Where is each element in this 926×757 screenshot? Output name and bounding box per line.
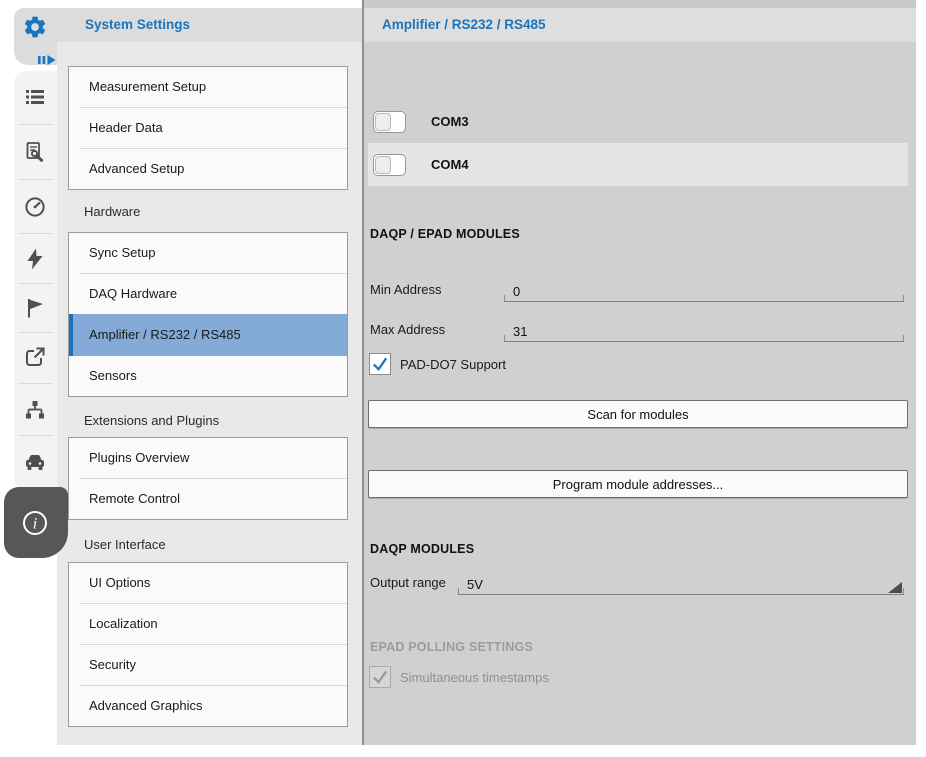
min-address-input[interactable]: 0 bbox=[504, 276, 904, 302]
settings-window: i System Settings Measurement Setup Head… bbox=[0, 0, 926, 757]
daqp-modules-heading: DAQP MODULES bbox=[370, 542, 474, 556]
tab-info[interactable]: i bbox=[4, 487, 68, 558]
export-icon[interactable] bbox=[23, 345, 47, 369]
nav-item-sensors[interactable]: Sensors bbox=[69, 356, 347, 396]
com3-row: COM3 bbox=[368, 100, 908, 143]
gear-icon bbox=[22, 14, 48, 45]
nav-item-sync-setup[interactable]: Sync Setup bbox=[69, 233, 347, 273]
nav-group-user-interface: UI Options Localization Security Advance… bbox=[68, 562, 348, 727]
output-range-dropdown[interactable]: 5V bbox=[458, 569, 904, 595]
setup-wrench-icon[interactable] bbox=[23, 140, 47, 164]
com3-label: COM3 bbox=[431, 114, 469, 129]
toggle-knob bbox=[375, 113, 391, 131]
nav-item-plugins-overview[interactable]: Plugins Overview bbox=[69, 438, 347, 478]
nav-item-daq-hardware[interactable]: DAQ Hardware bbox=[69, 274, 347, 314]
max-address-input[interactable]: 31 bbox=[504, 316, 904, 342]
right-panel-top-strip bbox=[364, 0, 916, 8]
page-title: Amplifier / RS232 / RS485 bbox=[364, 8, 916, 42]
nav-panel-title: System Settings bbox=[57, 8, 362, 42]
max-address-value: 31 bbox=[513, 324, 527, 339]
simultaneous-timestamps-label: Simultaneous timestamps bbox=[400, 670, 549, 685]
nav-item-advanced-setup[interactable]: Advanced Setup bbox=[69, 149, 347, 189]
min-address-value: 0 bbox=[513, 284, 520, 299]
nav-group-extensions: Plugins Overview Remote Control bbox=[68, 437, 348, 520]
output-range-value: 5V bbox=[467, 577, 483, 592]
network-icon[interactable] bbox=[23, 398, 47, 422]
program-module-addresses-button[interactable]: Program module addresses... bbox=[368, 470, 908, 498]
svg-text:i: i bbox=[33, 516, 37, 533]
toggle-knob bbox=[375, 156, 391, 174]
vehicle-icon[interactable] bbox=[23, 450, 47, 474]
nav-group-general: Measurement Setup Header Data Advanced S… bbox=[68, 66, 348, 190]
nav-item-localization[interactable]: Localization bbox=[69, 604, 347, 644]
rail-separator bbox=[18, 435, 53, 436]
dropdown-arrow-icon bbox=[888, 582, 902, 593]
com4-toggle[interactable] bbox=[373, 154, 406, 176]
channel-list-icon[interactable] bbox=[23, 85, 47, 109]
epad-polling-settings-heading: EPAD POLLING SETTINGS bbox=[370, 640, 533, 654]
scan-for-modules-button[interactable]: Scan for modules bbox=[368, 400, 908, 428]
min-address-label: Min Address bbox=[370, 282, 442, 297]
pad-do7-label: PAD-DO7 Support bbox=[400, 357, 506, 372]
power-bolt-icon[interactable] bbox=[23, 247, 47, 271]
simultaneous-timestamps-checkbox bbox=[369, 666, 391, 688]
checkmark-icon bbox=[370, 354, 390, 374]
gauge-icon[interactable] bbox=[23, 195, 47, 219]
nav-item-measurement-setup[interactable]: Measurement Setup bbox=[69, 67, 347, 107]
rail-separator bbox=[18, 332, 53, 333]
nav-panel: System Settings Measurement Setup Header… bbox=[57, 8, 362, 745]
fast-forward-icon bbox=[38, 52, 56, 70]
sidebar-tab-rail bbox=[14, 71, 57, 490]
rail-separator bbox=[18, 383, 53, 384]
nav-item-advanced-graphics[interactable]: Advanced Graphics bbox=[69, 686, 347, 726]
info-icon: i bbox=[17, 508, 53, 538]
com4-row: COM4 bbox=[368, 143, 908, 186]
output-range-label: Output range bbox=[370, 575, 446, 590]
nav-group-label-extensions: Extensions and Plugins bbox=[84, 413, 362, 428]
nav-item-remote-control[interactable]: Remote Control bbox=[69, 479, 347, 519]
nav-item-ui-options[interactable]: UI Options bbox=[69, 563, 347, 603]
max-address-label: Max Address bbox=[370, 322, 445, 337]
settings-content: COM3 COM4 DAQP / EPAD MODULES Min Addres… bbox=[364, 42, 916, 745]
com3-toggle[interactable] bbox=[373, 111, 406, 133]
nav-item-header-data[interactable]: Header Data bbox=[69, 108, 347, 148]
rail-separator bbox=[18, 179, 53, 180]
flag-icon[interactable] bbox=[23, 296, 47, 320]
com4-label: COM4 bbox=[431, 157, 469, 172]
nav-group-hardware: Sync Setup DAQ Hardware Amplifier / RS23… bbox=[68, 232, 348, 397]
nav-group-label-hardware: Hardware bbox=[84, 204, 362, 219]
checkmark-icon bbox=[370, 667, 390, 687]
panel-divider bbox=[362, 0, 364, 745]
rail-separator bbox=[18, 124, 53, 125]
rail-separator bbox=[18, 233, 53, 234]
daqp-epad-modules-heading: DAQP / EPAD MODULES bbox=[370, 227, 520, 241]
nav-item-amplifier-rs232-rs485[interactable]: Amplifier / RS232 / RS485 bbox=[69, 314, 347, 356]
pad-do7-checkbox[interactable] bbox=[369, 353, 391, 375]
nav-item-security[interactable]: Security bbox=[69, 645, 347, 685]
tab-settings[interactable] bbox=[14, 8, 57, 65]
nav-group-label-user-interface: User Interface bbox=[84, 537, 362, 552]
rail-separator bbox=[18, 283, 53, 284]
